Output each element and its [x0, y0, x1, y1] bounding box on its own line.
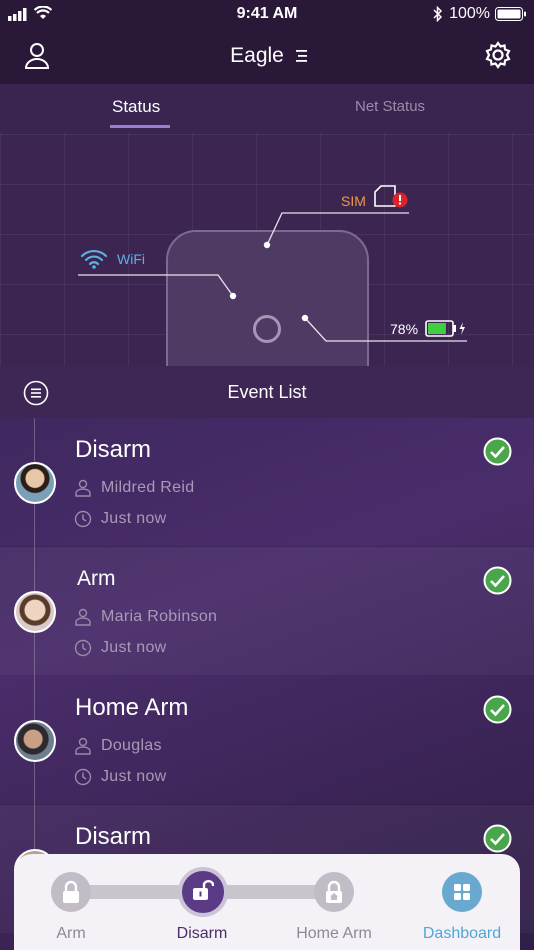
- home-arm-button[interactable]: [314, 872, 354, 912]
- app-header: Eagle: [0, 28, 534, 84]
- event-user: Douglas: [101, 737, 162, 754]
- event-list-header: Event List: [0, 366, 534, 418]
- event-user: Mildred Reid: [101, 479, 195, 496]
- avatar: [14, 591, 56, 633]
- avatar: [14, 720, 56, 762]
- battery-percent: 100%: [449, 5, 490, 22]
- grid-icon: [454, 884, 470, 900]
- wifi-signal-icon: [80, 249, 108, 269]
- dashboard-button[interactable]: [442, 872, 482, 912]
- unlock-icon: [193, 880, 214, 900]
- status-bar: 9:41 AM 100%: [0, 0, 534, 28]
- check-circle-icon: [483, 824, 512, 853]
- sim-card-icon: [374, 185, 408, 208]
- event-list-title: Event List: [227, 382, 307, 402]
- check-circle-icon: [483, 695, 512, 724]
- status-tabs: Status Net Status: [0, 84, 534, 134]
- battery-fill: [428, 323, 446, 334]
- avatar: [14, 462, 56, 504]
- wifi-label: WiFi: [117, 251, 145, 267]
- clock-icon: [74, 510, 92, 528]
- home-lock-icon: [326, 880, 342, 903]
- device-battery-icon: [425, 320, 465, 337]
- clock-icon: [74, 768, 92, 786]
- gear-icon[interactable]: [484, 41, 512, 69]
- event-action: Arm: [77, 567, 116, 590]
- tab-net-status[interactable]: Net Status: [355, 98, 425, 115]
- event-action: Disarm: [75, 436, 151, 463]
- menu-lines-icon: [296, 50, 307, 62]
- user-icon: [75, 608, 91, 626]
- event-user: Maria Robinson: [101, 608, 218, 625]
- home-arm-label[interactable]: Home Arm: [274, 925, 394, 943]
- arm-button[interactable]: [51, 872, 91, 912]
- sim-label: SIM: [341, 193, 366, 209]
- event-time: Just now: [101, 768, 167, 785]
- list-item[interactable]: Arm Maria Robinson Just now: [0, 547, 534, 676]
- device-status-panel: SIM WiFi 78%: [0, 134, 534, 366]
- user-icon: [75, 479, 91, 497]
- battery-level-label: 78%: [390, 321, 419, 337]
- user-icon: [75, 737, 91, 755]
- arm-label[interactable]: Arm: [11, 925, 131, 943]
- tab-indicator: [110, 125, 170, 128]
- page-title: Eagle: [230, 44, 284, 67]
- event-time: Just now: [101, 510, 167, 527]
- list-item[interactable]: Home Arm Douglas Just now: [0, 676, 534, 805]
- check-circle-icon: [483, 437, 512, 466]
- disarm-button[interactable]: [178, 867, 228, 917]
- bluetooth-icon: [433, 6, 443, 22]
- event-time: Just now: [101, 639, 167, 656]
- clock-icon: [74, 639, 92, 657]
- dashboard-label[interactable]: Dashboard: [402, 925, 522, 943]
- event-action: Home Arm: [75, 694, 189, 721]
- lock-icon: [63, 880, 79, 903]
- disarm-label[interactable]: Disarm: [142, 925, 262, 943]
- list-item[interactable]: Disarm Mildred Reid Just now: [0, 418, 534, 547]
- battery-icon: [495, 7, 526, 21]
- mode-selector-bar: Arm Disarm Home Arm Dashboard: [14, 854, 520, 950]
- check-circle-icon: [483, 566, 512, 595]
- tab-status[interactable]: Status: [112, 97, 160, 117]
- device-selector[interactable]: Eagle: [0, 28, 534, 84]
- event-action: Disarm: [75, 823, 151, 850]
